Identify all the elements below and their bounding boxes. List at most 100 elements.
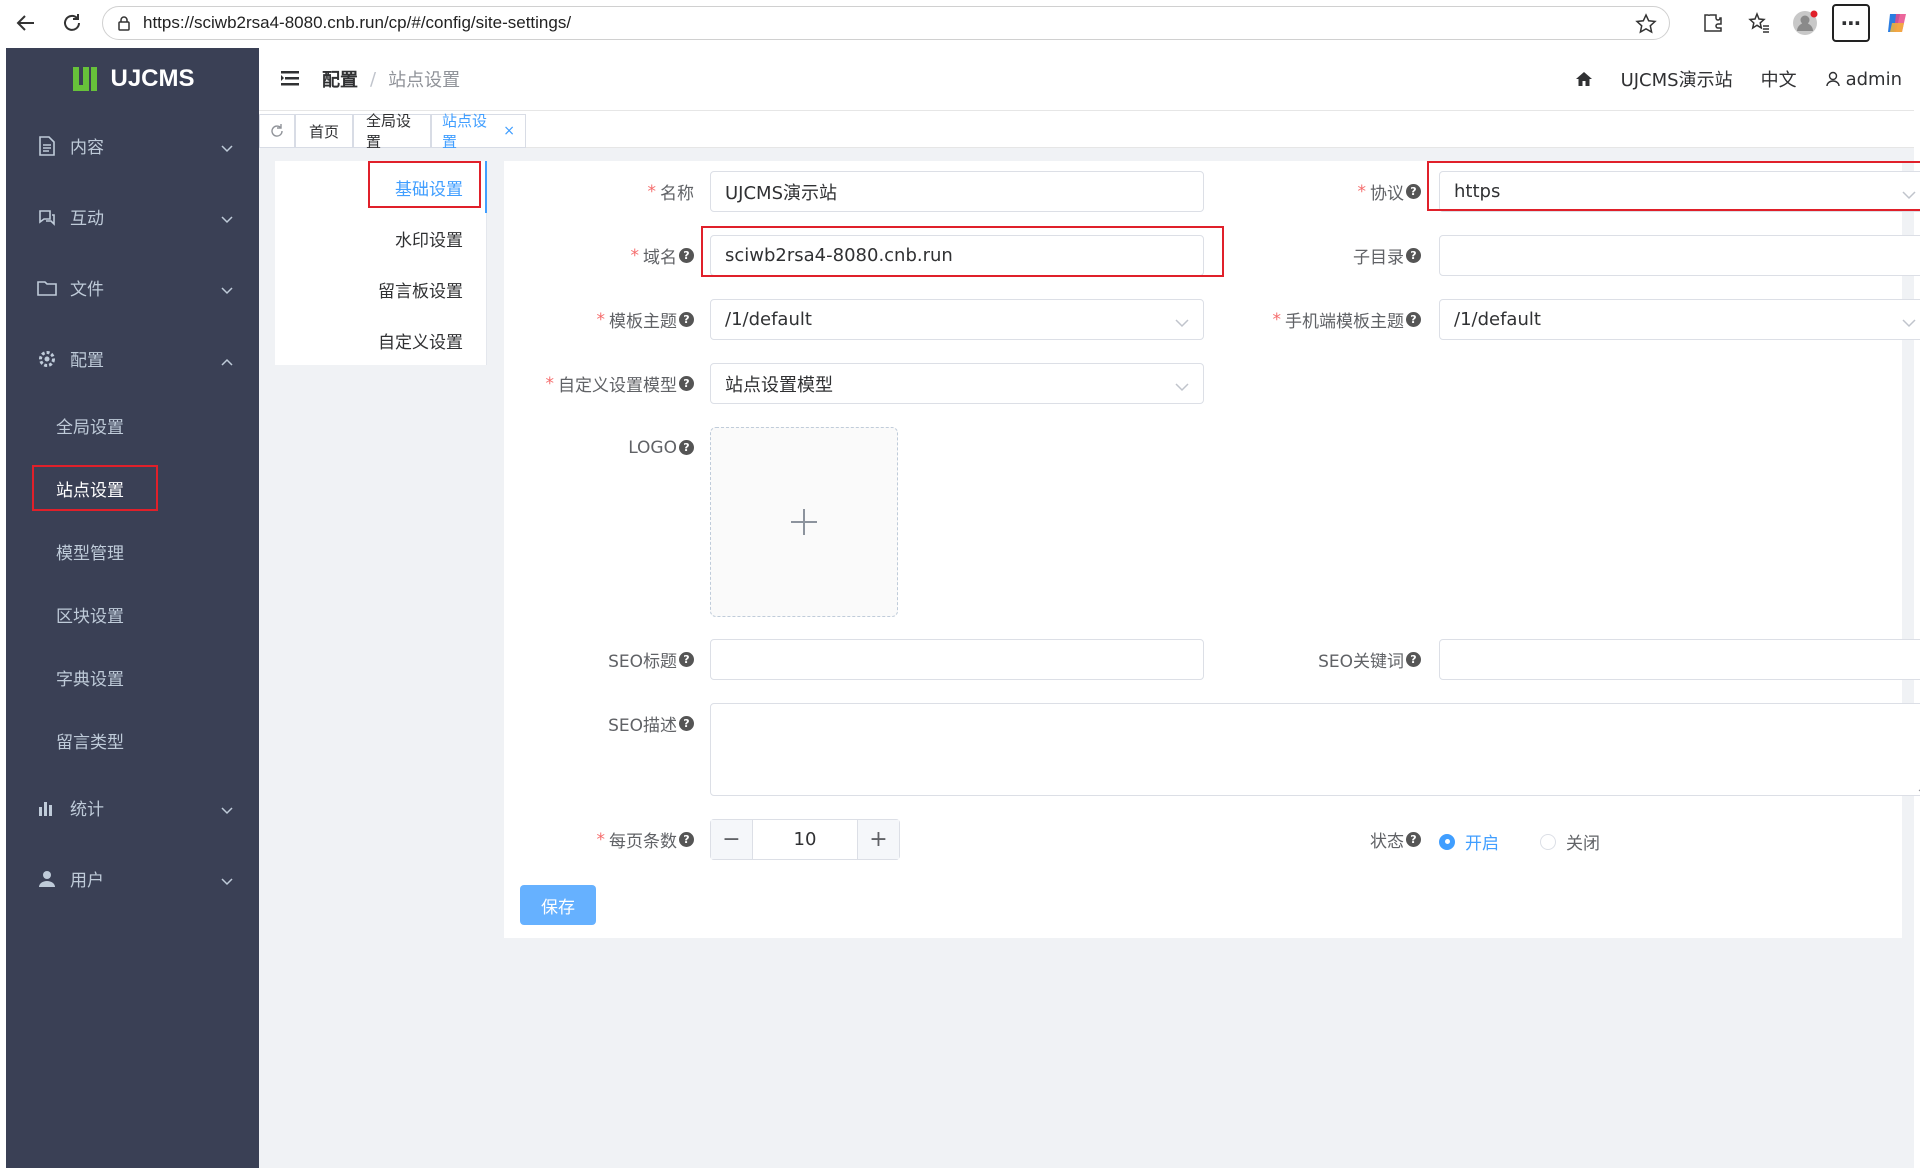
extensions-icon[interactable]	[1690, 0, 1736, 46]
label-text: 模板主题	[609, 312, 677, 332]
menu-config[interactable]: 配置	[6, 323, 259, 394]
help-icon[interactable]: ?	[679, 248, 694, 263]
help-icon[interactable]: ?	[1406, 312, 1421, 327]
language-switcher[interactable]: 中文	[1761, 66, 1797, 92]
status-label: 状态?	[1214, 819, 1421, 860]
chat-icon	[36, 206, 58, 228]
chevron-down-icon	[221, 209, 233, 229]
mobile-theme-select[interactable]: /1/default	[1439, 299, 1920, 340]
username: admin	[1845, 68, 1902, 90]
breadcrumb-parent[interactable]: 配置	[322, 66, 358, 92]
help-icon[interactable]: ?	[1406, 832, 1421, 847]
custom-model-select[interactable]: 站点设置模型	[710, 363, 1204, 404]
chevron-down-icon	[221, 280, 233, 300]
theme-select[interactable]: /1/default	[710, 299, 1204, 340]
mobile-theme-value: /1/default	[1454, 309, 1541, 330]
decrease-button[interactable]: −	[711, 820, 752, 859]
breadcrumb-current: 站点设置	[388, 70, 461, 91]
config-item-block[interactable]: 区块设置	[6, 583, 259, 646]
config-item-global[interactable]: 全局设置	[6, 394, 259, 457]
gear-icon	[36, 348, 58, 370]
required-mark: *	[630, 245, 640, 266]
reload-icon[interactable]	[52, 3, 92, 43]
label-text: 手机端模板主题	[1285, 312, 1404, 332]
config-item-model[interactable]: 模型管理	[6, 520, 259, 583]
help-icon[interactable]: ?	[1406, 248, 1421, 263]
settings-subnav: 基础设置 水印设置 留言板设置 自定义设置	[275, 161, 487, 365]
folder-icon	[36, 277, 58, 299]
custom-model-label: * 自定义设置模型?	[504, 363, 694, 404]
menu-interaction[interactable]: 互动	[6, 181, 259, 252]
status-off-radio[interactable]: 关闭	[1540, 829, 1600, 854]
app-root: UJCMS 内容 互动 文件 配置 全局设置 站点设置 模型管理 区块设置 字典…	[6, 48, 1920, 1168]
profile-avatar-icon[interactable]	[1782, 0, 1828, 46]
label-text: 每页条数	[609, 832, 677, 852]
user-menu[interactable]: admin	[1825, 69, 1902, 90]
seo-desc-textarea[interactable]	[710, 703, 1920, 796]
label-text: 自定义设置模型	[558, 376, 677, 396]
help-icon[interactable]: ?	[679, 440, 694, 455]
help-icon[interactable]: ?	[1406, 652, 1421, 667]
url-text[interactable]: https://sciwb2rsa4-8080.cnb.run/cp/#/con…	[143, 13, 571, 33]
menu-files[interactable]: 文件	[6, 252, 259, 323]
refresh-tab-button[interactable]	[259, 114, 295, 148]
tab-global-settings[interactable]: 全局设置	[353, 112, 431, 151]
help-icon[interactable]: ?	[679, 716, 694, 731]
help-icon[interactable]: ?	[679, 832, 694, 847]
help-icon[interactable]: ?	[679, 652, 694, 667]
main-area: 配置 / 站点设置 UJCMS演示站 中文 admin 首页 全局设置 站点设置…	[259, 48, 1920, 1168]
sidebar: UJCMS 内容 互动 文件 配置 全局设置 站点设置 模型管理 区块设置 字典…	[6, 48, 259, 1168]
tab-label: 站点设置	[442, 112, 488, 151]
help-icon[interactable]: ?	[679, 376, 694, 391]
config-item-dict[interactable]: 字典设置	[6, 646, 259, 709]
tags-view: 首页 全局设置 站点设置 ×	[259, 110, 1914, 151]
help-icon[interactable]: ?	[1406, 184, 1421, 199]
more-menu-button[interactable]: ⋯	[1828, 0, 1874, 46]
copilot-icon[interactable]	[1874, 0, 1920, 46]
site-switcher[interactable]: UJCMS演示站	[1621, 66, 1733, 92]
save-button[interactable]: 保存	[520, 885, 596, 925]
tab-label: 全局设置	[366, 112, 412, 151]
browser-toolbar: https://sciwb2rsa4-8080.cnb.run/cp/#/con…	[0, 0, 1920, 46]
user-icon	[36, 868, 58, 890]
status-on-radio[interactable]: 开启	[1439, 829, 1499, 854]
address-bar[interactable]: https://sciwb2rsa4-8080.cnb.run/cp/#/con…	[102, 6, 1670, 40]
custom-model-value: 站点设置模型	[725, 374, 833, 396]
subnav-watermark[interactable]: 水印设置	[395, 226, 463, 251]
name-input[interactable]: UJCMS演示站	[710, 171, 1204, 212]
home-icon[interactable]	[1575, 71, 1593, 87]
menu-users[interactable]: 用户	[6, 843, 259, 914]
close-icon[interactable]: ×	[503, 123, 515, 139]
highlight-box	[368, 161, 481, 208]
logo-mark-icon	[73, 67, 98, 91]
name-value: UJCMS演示站	[725, 182, 838, 204]
theme-label: * 模板主题?	[504, 299, 694, 340]
bar-chart-icon	[36, 797, 58, 819]
chevron-down-icon	[1175, 312, 1189, 333]
label-text: 名称	[660, 184, 694, 204]
help-icon[interactable]: ?	[679, 312, 694, 327]
logo-upload[interactable]	[710, 427, 898, 617]
subnav-custom[interactable]: 自定义设置	[378, 328, 463, 353]
subdir-input[interactable]	[1439, 235, 1920, 276]
config-item-message-type[interactable]: 留言类型	[6, 709, 259, 772]
required-mark: *	[596, 309, 606, 330]
subnav-message-board[interactable]: 留言板设置	[378, 277, 463, 302]
domain-label: * 域名?	[504, 235, 694, 276]
favorites-icon[interactable]	[1736, 0, 1782, 46]
page-size-value[interactable]: 10	[752, 820, 858, 859]
tab-site-settings[interactable]: 站点设置 ×	[431, 112, 526, 151]
hamburger-icon[interactable]	[281, 70, 299, 90]
name-label: * 名称	[504, 171, 695, 212]
chevron-down-icon	[221, 871, 233, 891]
menu-content[interactable]: 内容	[6, 110, 259, 181]
label-text: 协议	[1370, 184, 1404, 204]
favorite-star-icon[interactable]	[1635, 13, 1657, 39]
page-size-stepper[interactable]: − 10 +	[710, 819, 900, 860]
tab-home[interactable]: 首页	[295, 114, 353, 148]
back-icon[interactable]	[6, 3, 46, 43]
menu-stats[interactable]: 统计	[6, 772, 259, 843]
increase-button[interactable]: +	[858, 820, 899, 859]
seo-keywords-input[interactable]	[1439, 639, 1920, 680]
seo-title-input[interactable]	[710, 639, 1204, 680]
